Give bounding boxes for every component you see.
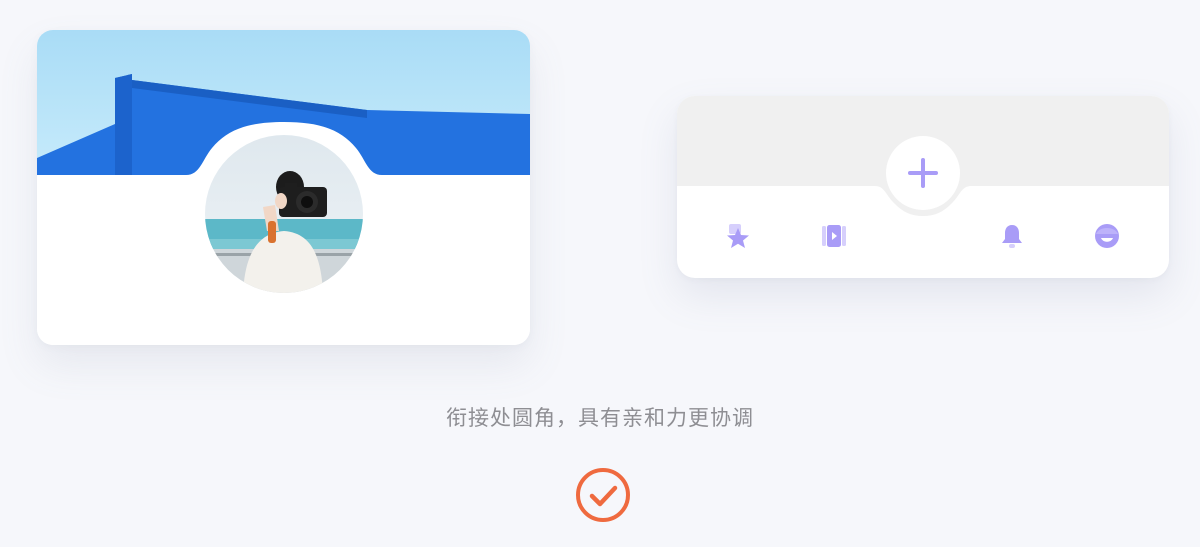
- star-icon: [727, 224, 749, 248]
- profile-card: [37, 30, 530, 345]
- check-circle-icon: [574, 466, 632, 524]
- avatar: [205, 135, 363, 293]
- caption-text: 衔接处圆角，具有亲和力更协调: [446, 406, 754, 430]
- tab-favorites[interactable]: [718, 216, 758, 256]
- plus-icon: [908, 158, 938, 188]
- bell-icon: [1002, 225, 1022, 248]
- tabbar-card: [677, 96, 1169, 278]
- face-icon: [1095, 224, 1119, 248]
- tab-video[interactable]: [814, 216, 854, 256]
- add-button[interactable]: [886, 136, 960, 210]
- tab-notifications[interactable]: [992, 216, 1032, 256]
- video-play-icon: [822, 225, 846, 247]
- tab-profile[interactable]: [1087, 216, 1127, 256]
- avatar-photo: [205, 135, 363, 293]
